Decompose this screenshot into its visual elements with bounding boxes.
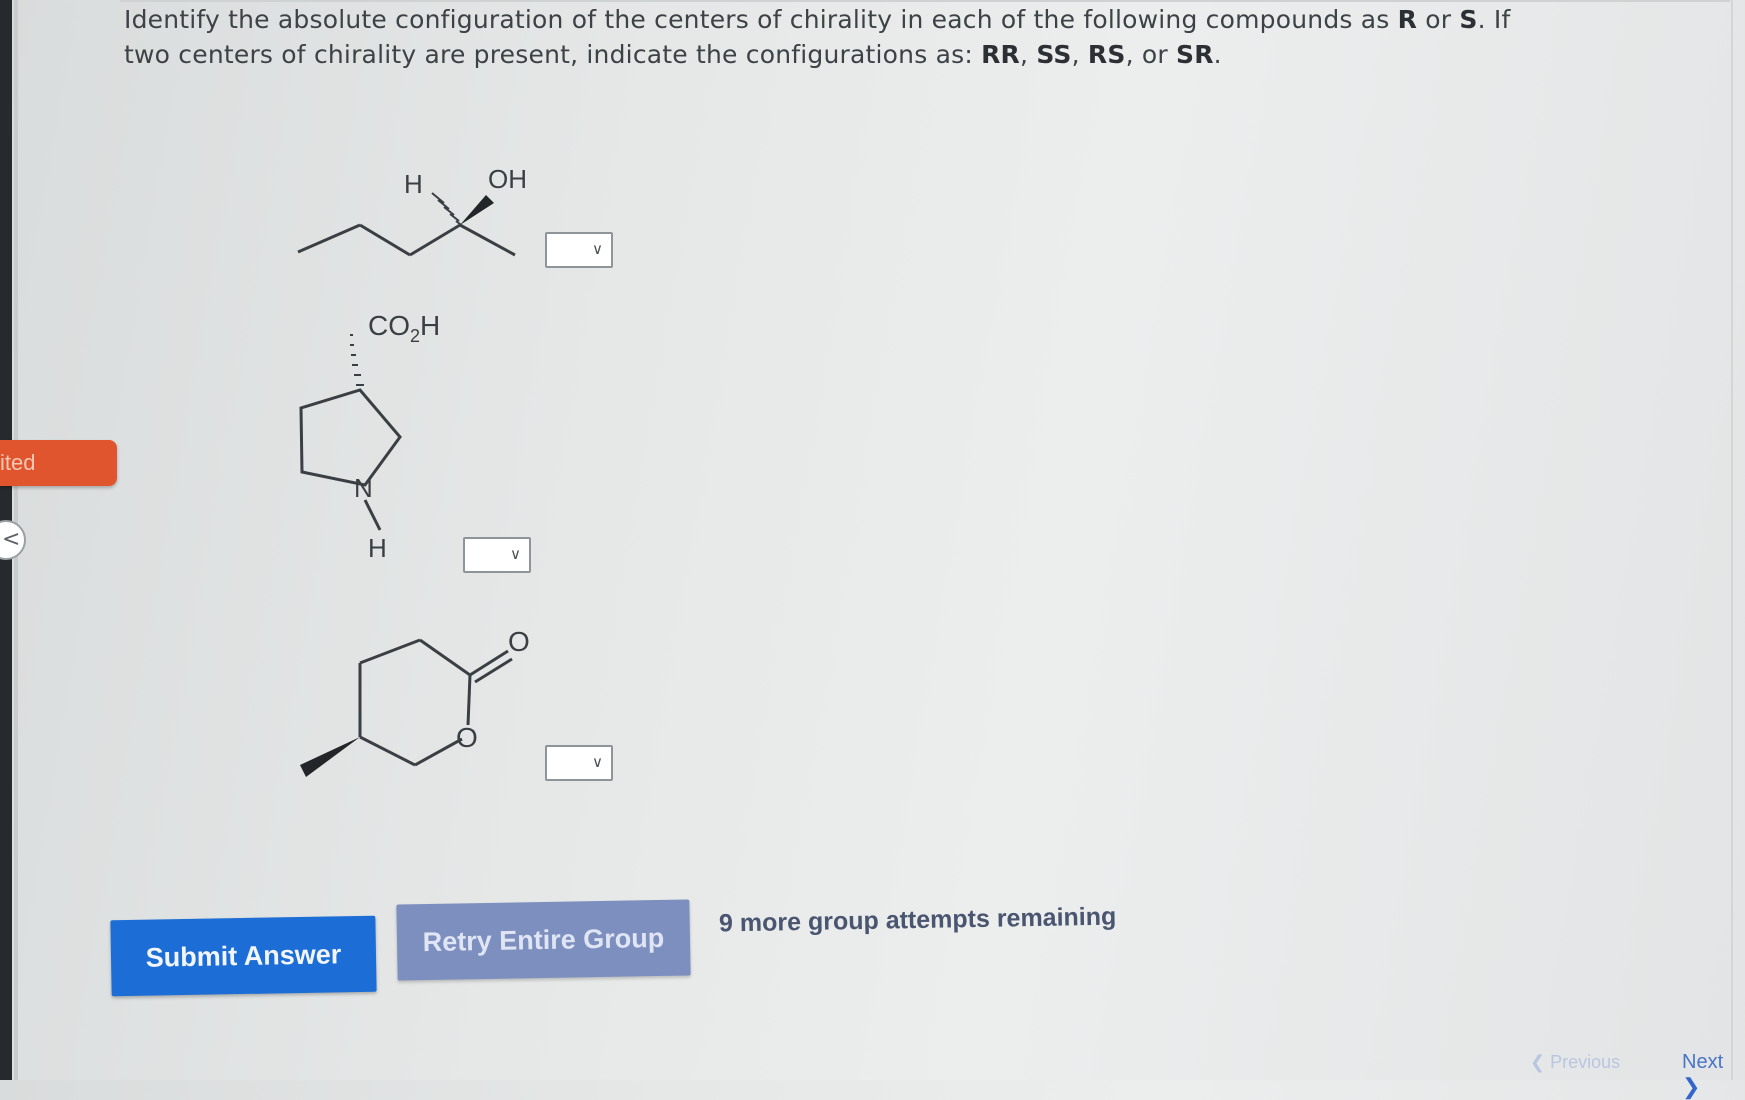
atom-label-carbonyl-o: O [508, 626, 530, 657]
progress-tab-label: ited [0, 450, 36, 475]
chevron-left-icon: < [2, 527, 21, 552]
wedge-bond [300, 737, 360, 777]
bond [459, 223, 516, 257]
carbonyl-bond [474, 657, 513, 684]
atom-label-oh: OH [488, 164, 527, 194]
chevron-down-icon: ∨ [510, 545, 521, 563]
instruction-line1: Identify the absolute configuration of t… [124, 5, 1398, 34]
config-s: S [1459, 5, 1478, 34]
atom-label-co2h: CO2H [368, 310, 440, 346]
config-rr: RR [981, 40, 1021, 69]
comma: , [1020, 40, 1037, 69]
instruction-or: or [1141, 40, 1168, 69]
collapse-sidebar-button[interactable]: < [0, 520, 26, 560]
compound-3-structure: O O [300, 626, 530, 777]
next-link[interactable]: Next ❯ [1682, 1051, 1745, 1100]
config-sr: SR [1176, 40, 1214, 69]
atom-label-ring-o: O [456, 722, 478, 753]
instruction-line2: two centers of chirality are present, in… [124, 40, 982, 69]
chevron-down-icon: ∨ [592, 240, 603, 258]
atom-label-n: N [354, 473, 373, 503]
compound-2-structure: CO2H N H [299, 310, 440, 563]
next-label: Next [1682, 1051, 1724, 1073]
wedge-bond [460, 195, 494, 225]
bond [409, 223, 461, 257]
bond [414, 737, 463, 767]
submit-answer-button[interactable]: Submit Answer [110, 915, 377, 997]
comma: , [1071, 40, 1088, 69]
instruction-if: . If [1477, 5, 1511, 34]
bond [419, 638, 471, 677]
chevron-left-icon: ❮ [1530, 1052, 1546, 1072]
content-right-border [1731, 0, 1733, 1080]
instruction-or: or [1417, 5, 1460, 34]
previous-link[interactable]: ❮ Previous [1530, 1052, 1620, 1073]
period: . [1213, 40, 1222, 69]
configuration-select-1[interactable]: ∨ [545, 232, 613, 268]
retry-entire-group-button[interactable]: Retry Entire Group [396, 899, 691, 981]
config-r: R [1397, 5, 1418, 34]
progress-tab[interactable]: ited [0, 440, 117, 486]
attempts-remaining-text: 9 more group attempts remaining [718, 902, 1117, 938]
bond [359, 638, 421, 665]
bond [297, 223, 361, 254]
config-rs: RS [1087, 40, 1126, 69]
bond [359, 735, 416, 767]
bond [466, 674, 472, 726]
hash-bond [431, 192, 465, 228]
n-h-bond [363, 499, 382, 531]
atom-label-h: H [404, 169, 423, 199]
configuration-select-2[interactable]: ∨ [463, 537, 531, 573]
chevron-down-icon: ∨ [592, 753, 603, 771]
comma: , [1125, 40, 1142, 69]
pyrrolidine-ring [299, 388, 402, 487]
atom-label-h: H [368, 533, 387, 563]
question-instructions: Identify the absolute configuration of t… [124, 2, 1644, 72]
configuration-select-3[interactable]: ∨ [545, 745, 613, 781]
chevron-right-icon: ❯ [1682, 1074, 1701, 1099]
config-ss: SS [1036, 40, 1072, 69]
hash-bond [350, 334, 364, 386]
previous-label: Previous [1550, 1052, 1621, 1072]
carbonyl-bond [469, 649, 509, 677]
bond [359, 223, 411, 257]
compound-1-structure: H OH [297, 164, 527, 257]
